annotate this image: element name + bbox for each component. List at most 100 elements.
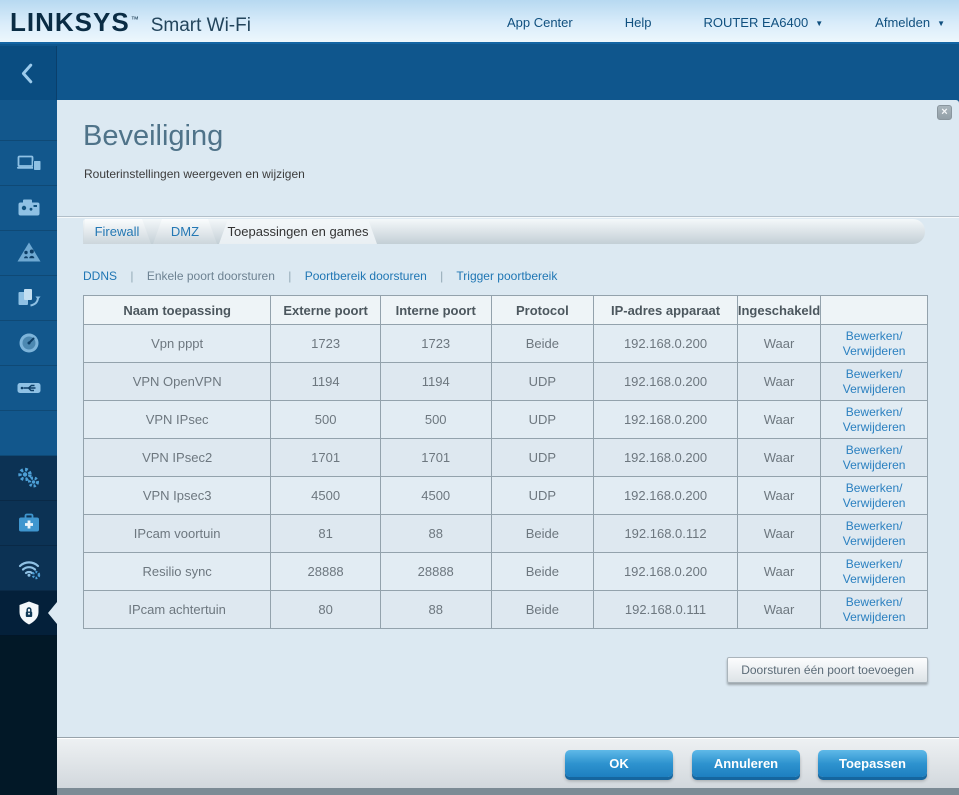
subnav-separator: |	[130, 269, 134, 283]
sidebar-spacer	[0, 100, 57, 141]
subnav-port-range-triggering[interactable]: Trigger poortbereik	[456, 269, 557, 283]
sidebar-item-wireless[interactable]	[0, 546, 57, 591]
cell-app-name: Resilio sync	[82, 552, 272, 591]
cell-internal-port: 500	[379, 400, 492, 439]
subnav-ddns[interactable]: DDNS	[83, 269, 117, 283]
edit-delete-link[interactable]: Bewerken/Verwijderen	[843, 443, 906, 473]
cell-internal-port: 28888	[379, 552, 492, 591]
cell-protocol: UDP	[490, 476, 595, 515]
edit-delete-link[interactable]: Bewerken/Verwijderen	[843, 481, 906, 511]
chevron-left-icon	[16, 60, 40, 86]
table-row: IPcam achtertuin 80 88 Beide 192.168.0.1…	[82, 590, 928, 629]
cell-app-name: IPcam voortuin	[82, 514, 272, 553]
tab-firewall[interactable]: Firewall	[83, 219, 151, 244]
cancel-button[interactable]: Annuleren	[692, 750, 800, 777]
table-row: VPN Ipsec3 4500 4500 UDP 192.168.0.200 W…	[82, 476, 928, 515]
cell-external-port: 1194	[270, 362, 381, 401]
edit-delete-link[interactable]: Bewerken/Verwijderen	[843, 557, 906, 587]
ok-button[interactable]: OK	[565, 750, 673, 777]
apply-button[interactable]: Toepassen	[818, 750, 927, 777]
edit-delete-link[interactable]: Bewerken/Verwijderen	[843, 595, 906, 625]
cell-device-ip: 192.168.0.111	[593, 590, 738, 629]
cell-enabled: Waar	[736, 362, 822, 401]
sidebar-item-external-storage[interactable]	[0, 366, 57, 411]
cell-external-port: 1701	[270, 438, 381, 477]
cell-protocol: Beide	[490, 590, 595, 629]
security-panel: × Beveiliging Routerinstellingen weergev…	[57, 100, 959, 737]
parental-controls-icon	[16, 240, 42, 266]
sidebar-item-troubleshooting[interactable]	[0, 501, 57, 546]
subnav-separator: |	[288, 269, 292, 283]
nav-app-center[interactable]: App Center	[507, 15, 573, 30]
cell-enabled: Waar	[736, 438, 822, 477]
divider	[57, 216, 959, 217]
edit-delete-link[interactable]: Bewerken/Verwijderen	[843, 519, 906, 549]
troubleshooting-icon	[16, 510, 42, 536]
cell-actions: Bewerken/Verwijderen	[820, 590, 928, 629]
subnav-single-port-forwarding[interactable]: Enkele poort doorsturen	[147, 269, 275, 283]
subnav-port-range-forwarding[interactable]: Poortbereik doorsturen	[305, 269, 427, 283]
cell-app-name: VPN IPsec2	[82, 438, 272, 477]
connectivity-icon	[16, 465, 42, 491]
nav-logout-dropdown[interactable]: Afmelden ▼	[875, 15, 945, 30]
chevron-down-icon: ▼	[937, 18, 945, 28]
cell-external-port: 81	[270, 514, 381, 553]
tab-dmz[interactable]: DMZ	[153, 219, 217, 244]
header-device-ip: IP-adres apparaat	[593, 295, 738, 325]
nav-router-dropdown[interactable]: ROUTER EA6400 ▼	[703, 15, 823, 30]
sidebar-item-connectivity[interactable]	[0, 456, 57, 501]
add-single-port-button[interactable]: Doorsturen één poort toevoegen	[727, 657, 928, 683]
table-row: VPN IPsec 500 500 UDP 192.168.0.200 Waar…	[82, 400, 928, 439]
page-subtitle: Routerinstellingen weergeven en wijzigen	[84, 167, 305, 181]
sidebar-item-device-list[interactable]	[0, 141, 57, 186]
cell-enabled: Waar	[736, 552, 822, 591]
sidebar-collapse-button[interactable]	[0, 46, 57, 100]
cell-protocol: Beide	[490, 552, 595, 591]
header-external-port: Externe poort	[270, 295, 381, 325]
port-forwarding-table: Naam toepassing Externe poort Interne po…	[82, 295, 928, 629]
external-storage-icon	[16, 375, 42, 401]
wireless-icon	[16, 555, 42, 581]
cell-device-ip: 192.168.0.200	[593, 438, 738, 477]
cell-app-name: Vpn pppt	[82, 324, 272, 363]
cell-device-ip: 192.168.0.200	[593, 552, 738, 591]
nav-help[interactable]: Help	[625, 15, 652, 30]
cell-actions: Bewerken/Verwijderen	[820, 476, 928, 515]
sidebar-item-parental-controls[interactable]	[0, 231, 57, 276]
security-icon	[16, 600, 42, 626]
logo-text: LINKSYS	[10, 7, 130, 37]
cell-actions: Bewerken/Verwijderen	[820, 400, 928, 439]
close-icon[interactable]: ×	[937, 105, 952, 120]
subnav: DDNS | Enkele poort doorsturen | Poortbe…	[83, 269, 557, 283]
edit-delete-link[interactable]: Bewerken/Verwijderen	[843, 367, 906, 397]
table-row: Resilio sync 28888 28888 Beide 192.168.0…	[82, 552, 928, 591]
linksys-logo: LINKSYS ™ Smart Wi-Fi	[10, 7, 251, 38]
sidebar-item-guest-access[interactable]	[0, 186, 57, 231]
bottom-strip	[57, 788, 959, 795]
tab-apps-and-games[interactable]: Toepassingen en games	[219, 219, 377, 244]
edit-delete-link[interactable]: Bewerken/Verwijderen	[843, 329, 906, 359]
page-title: Beveiliging	[83, 120, 224, 152]
header-app-name: Naam toepassing	[82, 295, 272, 325]
cell-actions: Bewerken/Verwijderen	[820, 552, 928, 591]
cell-internal-port: 1194	[379, 362, 492, 401]
cell-external-port: 4500	[270, 476, 381, 515]
edit-delete-link[interactable]: Bewerken/Verwijderen	[843, 405, 906, 435]
cell-enabled: Waar	[736, 324, 822, 363]
cell-app-name: VPN OpenVPN	[82, 362, 272, 401]
cell-actions: Bewerken/Verwijderen	[820, 438, 928, 477]
cell-actions: Bewerken/Verwijderen	[820, 362, 928, 401]
sidebar-item-speed-test[interactable]	[0, 321, 57, 366]
table-row: IPcam voortuin 81 88 Beide 192.168.0.112…	[82, 514, 928, 553]
cell-device-ip: 192.168.0.200	[593, 476, 738, 515]
cell-internal-port: 88	[379, 514, 492, 553]
sidebar-item-media-prioritization[interactable]	[0, 276, 57, 321]
sidebar-spacer	[0, 411, 57, 456]
subnav-separator: |	[440, 269, 444, 283]
sidebar	[0, 46, 57, 795]
speed-test-icon	[16, 330, 42, 356]
cell-enabled: Waar	[736, 514, 822, 553]
sidebar-filler	[0, 636, 57, 795]
cell-app-name: IPcam achtertuin	[82, 590, 272, 629]
cell-enabled: Waar	[736, 590, 822, 629]
